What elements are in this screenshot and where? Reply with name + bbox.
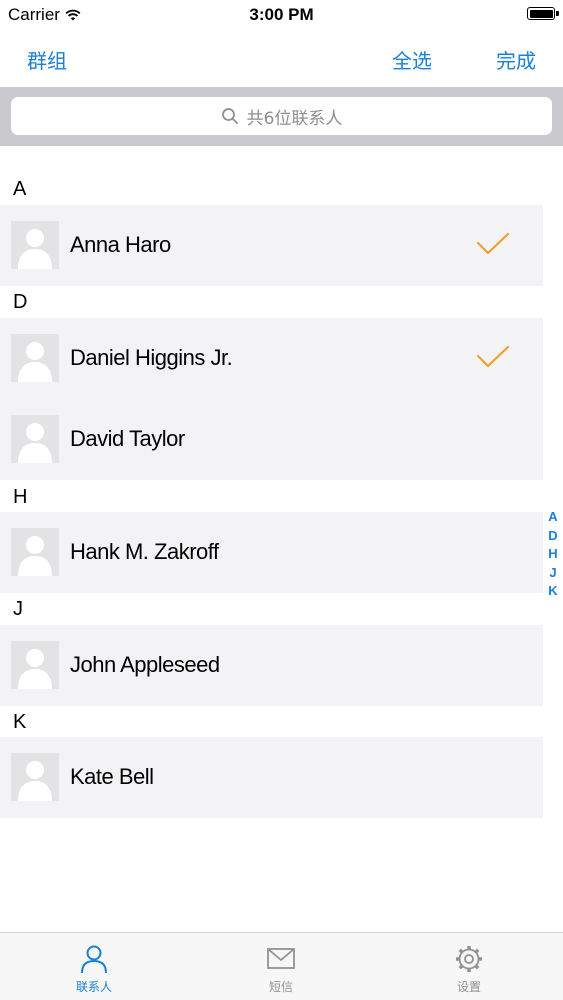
person-silhouette-icon [18, 536, 52, 576]
avatar [11, 334, 59, 382]
avatar [11, 415, 59, 463]
index-letter-h[interactable]: H [548, 545, 557, 564]
person-silhouette-icon [18, 342, 52, 382]
person-silhouette-icon [18, 649, 52, 689]
groups-button[interactable]: 群组 [27, 45, 67, 74]
tab-label: 设置 [456, 980, 481, 994]
person-silhouette-icon [18, 229, 52, 269]
avatar [11, 753, 59, 801]
section-header-j: J [13, 598, 23, 620]
avatar [11, 641, 59, 689]
index-letter-d[interactable]: D [548, 527, 557, 546]
section-header-h: H [13, 486, 28, 508]
tab-label: 短信 [268, 980, 293, 994]
done-button[interactable]: 完成 [496, 45, 536, 74]
contact-name: David Taylor [70, 426, 185, 451]
index-letter-k[interactable]: K [548, 582, 557, 601]
select-all-button[interactable]: 全选 [392, 45, 432, 74]
contact-name: Daniel Higgins Jr. [70, 345, 233, 370]
search-input[interactable]: 共6位联系人 [11, 97, 552, 135]
contact-row-john-appleseed[interactable]: John Appleseed [0, 625, 543, 706]
search-bar: 共6位联系人 [0, 87, 563, 146]
contact-row-kate-bell[interactable]: Kate Bell [0, 737, 543, 818]
avatar [11, 221, 59, 269]
status-bar: Carrier 3:00 PM [0, 0, 563, 30]
checkmark-icon [476, 232, 510, 255]
status-time: 3:00 PM [249, 5, 314, 24]
index-letter-j[interactable]: J [549, 564, 556, 583]
section-header-d: D [13, 291, 28, 313]
section-header-a: A [13, 178, 27, 200]
contact-row-daniel-higgins[interactable]: Daniel Higgins Jr. [0, 318, 543, 399]
section-index[interactable]: A D H J K [546, 508, 560, 601]
gear-icon [456, 946, 482, 972]
avatar [11, 528, 59, 576]
tab-bar: 联系人 短信 设置 [0, 932, 563, 1000]
contact-name: Kate Bell [70, 764, 154, 789]
contact-row-hank-zakroff[interactable]: Hank M. Zakroff [0, 512, 543, 593]
person-silhouette-icon [18, 761, 52, 801]
tab-contacts[interactable]: 联系人 [34, 933, 154, 1000]
tab-sms[interactable]: 短信 [221, 933, 341, 1000]
nav-bar: 群组 全选 完成 [0, 30, 563, 87]
contact-row-anna-haro[interactable]: Anna Haro [0, 205, 543, 286]
tab-label: 联系人 [75, 980, 112, 994]
envelope-icon [267, 948, 295, 969]
tab-settings[interactable]: 设置 [409, 933, 529, 1000]
checkmark-icon [476, 345, 510, 368]
contact-name: Hank M. Zakroff [70, 539, 219, 564]
index-letter-a[interactable]: A [548, 508, 557, 527]
section-header-k: K [13, 711, 27, 733]
contact-name: John Appleseed [70, 652, 220, 677]
search-placeholder: 共6位联系人 [246, 108, 343, 129]
person-silhouette-icon [18, 423, 52, 463]
search-icon [221, 108, 238, 124]
person-icon [81, 945, 107, 974]
contact-row-david-taylor[interactable]: David Taylor [0, 399, 543, 480]
contact-name: Anna Haro [70, 232, 171, 257]
battery-icon [527, 7, 559, 20]
